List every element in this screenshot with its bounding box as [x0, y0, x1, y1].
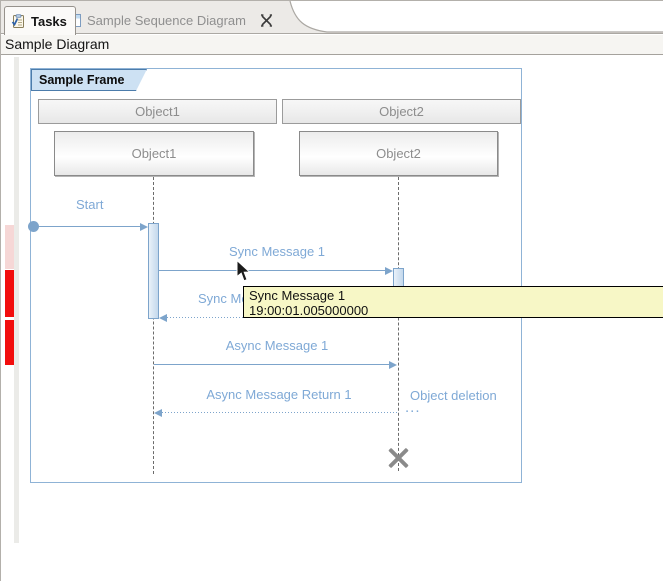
async-message-return-line[interactable]	[162, 412, 398, 413]
continuation-dots: ...	[405, 399, 421, 416]
tasks-icon	[11, 14, 26, 29]
start-message-line[interactable]	[34, 226, 141, 227]
sync-message-return-arrowhead	[159, 314, 167, 322]
sequence-frame: Sample Frame Object1 Object2 Object1 Obj…	[30, 68, 522, 483]
start-message-label[interactable]: Start	[76, 197, 103, 212]
time-compression-marker-red-1[interactable]	[5, 270, 14, 317]
message-tooltip: Sync Message 1 19:00:01.005000000	[243, 286, 663, 318]
async-message-return-arrowhead	[154, 409, 162, 417]
mouse-cursor-icon	[236, 260, 253, 288]
start-message-arrowhead	[140, 223, 148, 231]
lifeline-header-object1[interactable]: Object1	[38, 99, 277, 124]
lifeline-box-object2[interactable]: Object2	[299, 131, 498, 176]
lifeline-box-object1[interactable]: Object1	[54, 131, 254, 176]
frame-title-tab[interactable]: Sample Frame	[31, 69, 147, 91]
tab-tasks-label: Tasks	[31, 14, 67, 29]
object-deletion-label[interactable]: Object deletion	[410, 388, 497, 403]
tooltip-timestamp: 19:00:01.005000000	[249, 303, 663, 318]
async-message-1-arrowhead	[389, 361, 397, 369]
async-message-1-label[interactable]: Async Message 1	[162, 338, 392, 353]
close-icon[interactable]	[260, 14, 273, 27]
view-tab-bar: Tasks Sample Sequence Diagram	[1, 1, 663, 34]
sequence-diagram-view: Tasks Sample Sequence Diagram	[0, 0, 663, 581]
time-compression-marker-light[interactable]	[5, 225, 14, 269]
time-compression-bar[interactable]	[14, 57, 19, 543]
sync-message-1-arrowhead	[385, 267, 393, 275]
tab-area-curve	[281, 1, 663, 35]
async-message-1-line[interactable]	[154, 364, 389, 365]
sync-message-1-line[interactable]	[159, 270, 386, 271]
tab-diagram-label: Sample Sequence Diagram	[87, 13, 246, 28]
sync-message-1-label[interactable]: Sync Message 1	[162, 244, 392, 259]
view-left-border	[0, 0, 1, 581]
execution-occurrence-object1[interactable]	[148, 223, 159, 319]
lifeline-object1[interactable]	[153, 177, 154, 474]
lifeline-header-object2[interactable]: Object2	[282, 99, 521, 124]
diagram-name-label: Sample Diagram	[5, 36, 109, 52]
async-message-return-label[interactable]: Async Message Return 1	[164, 387, 394, 402]
tooltip-message-name: Sync Message 1	[249, 288, 663, 303]
lifeline-object2[interactable]	[398, 177, 399, 471]
time-compression-marker-red-2[interactable]	[5, 320, 14, 365]
tab-tasks[interactable]: Tasks	[4, 6, 76, 35]
frame-title-label: Sample Frame	[39, 73, 124, 87]
object-deletion-cross-icon[interactable]	[387, 446, 410, 469]
tab-sample-sequence-diagram[interactable]: Sample Sequence Diagram	[61, 6, 279, 34]
diagram-name-header: Sample Diagram	[1, 35, 663, 55]
